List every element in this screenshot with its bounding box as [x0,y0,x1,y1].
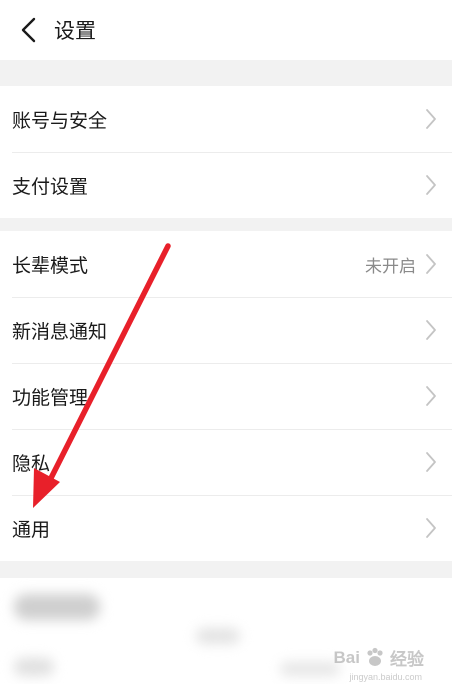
settings-item-features[interactable]: 功能管理 [0,363,452,429]
settings-item-label: 支付设置 [12,175,89,198]
settings-item-label: 新消息通知 [12,320,108,343]
settings-item-account-security[interactable]: 账号与安全 [0,86,452,152]
settings-item-label: 长辈模式 [12,254,89,277]
paw-icon [367,647,383,666]
blurred-block [14,658,54,676]
settings-item-label: 功能管理 [12,386,89,409]
top-bar: 设置 [0,0,452,60]
watermark-brand: Bai [333,647,360,667]
watermark-url: jingyan.baidu.com [349,672,422,682]
chevron-left-icon [21,17,36,43]
chevron-right-icon [424,252,438,276]
chevron-right-icon [424,318,438,342]
settings-item-notifications[interactable]: 新消息通知 [0,297,452,363]
settings-group-general: 长辈模式 未开启 新消息通知 功能管理 隐私 通用 [0,231,452,561]
chevron-right-icon [424,516,438,540]
back-button[interactable] [8,10,48,50]
settings-screen: 设置 账号与安全 支付设置 长辈模式 未开启 新消息通知 功能管理 隐私 通用 … [0,0,452,684]
blurred-block [196,628,240,644]
chevron-right-icon [424,384,438,408]
watermark-suffix: 经验 [390,650,424,669]
blurred-block [14,594,100,620]
settings-item-value: 未开启 [365,256,416,277]
settings-item-label: 账号与安全 [12,109,108,132]
settings-item-label: 隐私 [12,452,51,475]
settings-item-label: 通用 [12,518,51,541]
chevron-right-icon [424,173,438,197]
chevron-right-icon [424,450,438,474]
settings-item-privacy[interactable]: 隐私 [0,429,452,495]
blurred-block [280,662,340,676]
blurred-content-area: Bai 经验 jingyan.baidu.com [0,578,452,684]
page-title: 设置 [54,19,96,43]
settings-item-payment[interactable]: 支付设置 [0,152,452,218]
chevron-right-icon [424,107,438,131]
settings-item-elder-mode[interactable]: 长辈模式 未开启 [0,231,452,297]
settings-item-general[interactable]: 通用 [0,495,452,561]
settings-group-account: 账号与安全 支付设置 [0,86,452,218]
watermark: Bai 经验 [334,645,424,670]
